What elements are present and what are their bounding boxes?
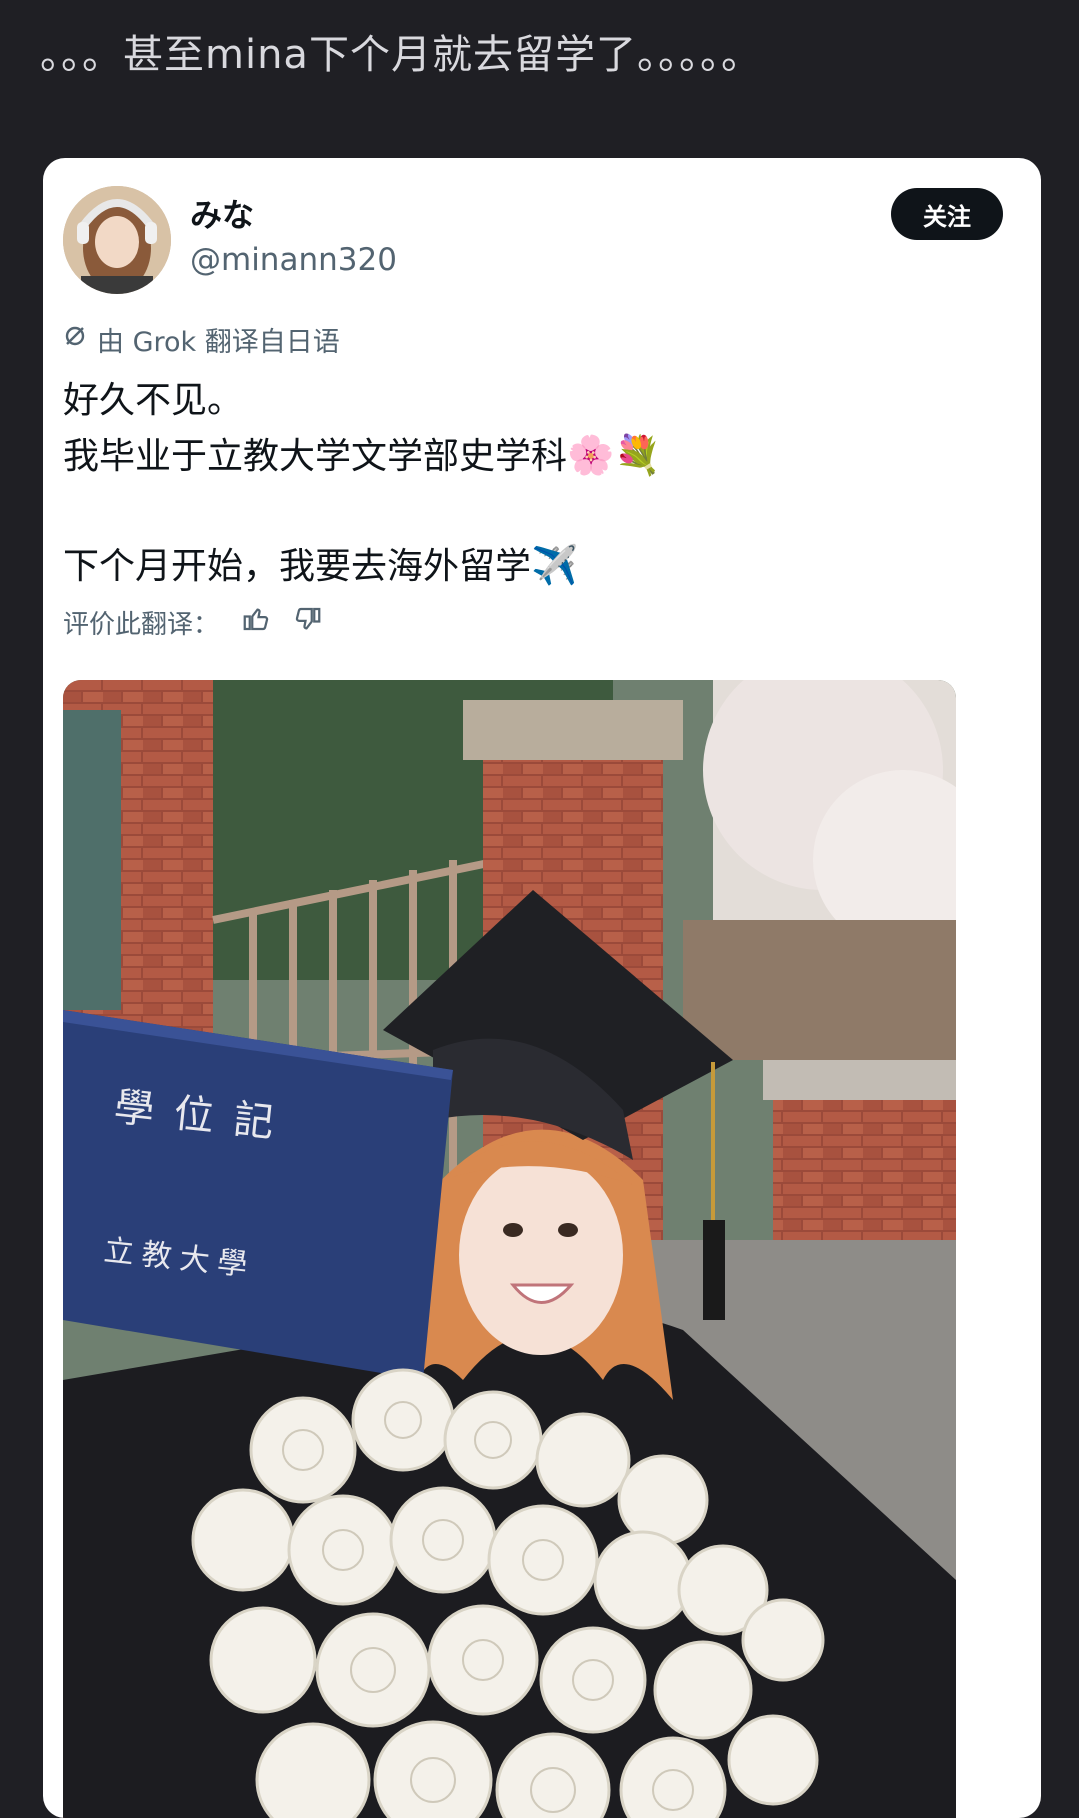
tweet-line-2: 我毕业于立教大学文学部史学科🌸💐 [63,433,662,477]
graduation-photo: 學位記 立教大學 [63,680,956,1818]
tweet-photo[interactable]: 學位記 立教大學 [63,680,956,1818]
translation-label: 由 Grok 翻译自日语 [97,327,340,358]
follow-button[interactable]: 关注 [891,188,1003,240]
grok-icon [63,324,87,355]
tweet-text: 好久不见。 我毕业于立教大学文学部史学科🌸💐 下个月开始，我要去海外留学✈️ [63,374,662,594]
rate-label: 评价此翻译： [63,610,220,640]
airplane-emoji: ✈️ [531,543,579,587]
display-name[interactable]: みな [190,190,254,236]
caption-text: 。。。甚至mina下个月就去留学了。。。。。 [40,32,762,78]
tweet-line-3: 下个月开始，我要去海外留学✈️ [63,543,579,587]
thumbs-up-icon[interactable] [241,604,271,641]
translation-notice: 由 Grok 翻译自日语 [63,320,340,359]
rate-translation: 评价此翻译： [63,604,323,641]
avatar[interactable] [63,186,171,294]
tweet-card[interactable]: みな @minann320 关注 由 Grok 翻译自日语 好久不见。 我毕业于… [43,158,1041,1818]
thumbs-down-icon[interactable] [293,604,323,641]
flower-emoji: 🌸💐 [567,433,662,477]
user-handle[interactable]: @minann320 [190,242,397,278]
tweet-line-1: 好久不见。 [63,380,244,421]
